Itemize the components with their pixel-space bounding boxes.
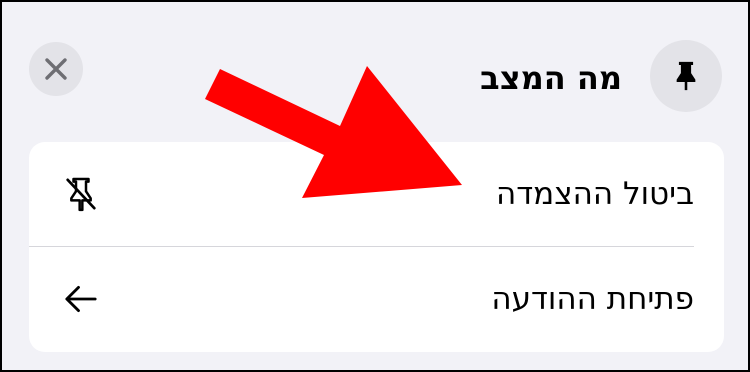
menu-item-open-message-label: פתיחת ההודעה [491,281,694,317]
close-button[interactable] [29,42,83,96]
menu-card: ביטול ההצמדה פתיחת ההודעה [29,142,724,352]
pin-button[interactable] [650,40,722,112]
menu-item-unpin-label: ביטול ההצמדה [495,176,694,212]
arrow-left-icon [59,277,103,321]
screenshot-frame: מה המצב ביטול ההצמדה פתיחת ההודעה [2,2,748,370]
pin-icon [676,61,696,91]
context-menu-sheet: מה המצב ביטול ההצמדה פתיחת ההודעה [2,2,748,370]
menu-item-unpin[interactable]: ביטול ההצמדה [29,142,724,246]
menu-item-open-message[interactable]: פתיחת ההודעה [29,247,724,351]
close-icon [45,58,67,80]
unpin-icon [59,172,103,216]
sheet-title: מה המצב [480,59,622,97]
